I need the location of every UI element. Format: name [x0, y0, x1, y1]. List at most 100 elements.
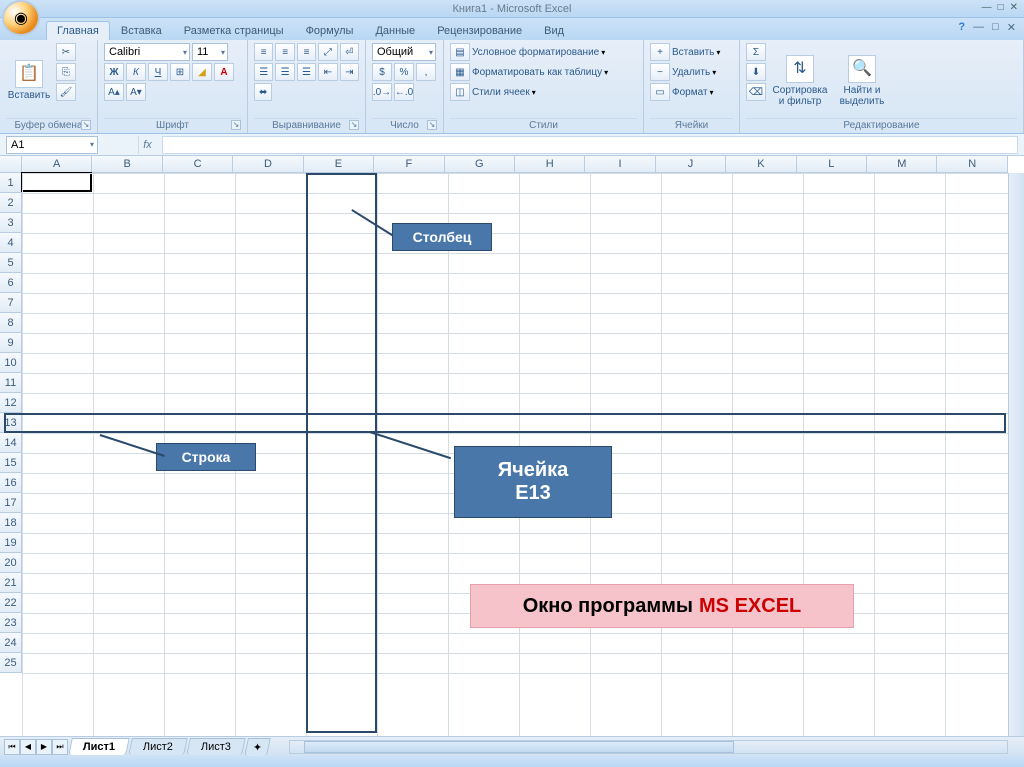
autosum-button[interactable]: Σ — [746, 43, 766, 61]
font-color-button[interactable]: A — [214, 63, 234, 81]
delete-cells-button[interactable]: Удалить — [672, 67, 710, 78]
row-header-4[interactable]: 4 — [0, 233, 22, 253]
col-header-A[interactable]: A — [22, 156, 92, 173]
sheet-tab-1[interactable]: Лист1 — [68, 738, 130, 755]
increase-indent-button[interactable]: ⇥ — [340, 63, 359, 81]
sheet-nav-prev[interactable]: ◀ — [20, 739, 36, 755]
col-header-M[interactable]: M — [867, 156, 937, 173]
tab-data[interactable]: Данные — [364, 21, 426, 40]
clear-button[interactable]: ⌫ — [746, 83, 766, 101]
row-header-15[interactable]: 15 — [0, 453, 22, 473]
sheet-tab-3[interactable]: Лист3 — [186, 738, 246, 755]
italic-button[interactable]: К — [126, 63, 146, 81]
col-header-L[interactable]: L — [797, 156, 867, 173]
row-header-17[interactable]: 17 — [0, 493, 22, 513]
row-header-16[interactable]: 16 — [0, 473, 22, 493]
number-launcher[interactable]: ↘ — [427, 120, 437, 130]
row-header-25[interactable]: 25 — [0, 653, 22, 673]
align-top-button[interactable]: ≡ — [254, 43, 273, 61]
tab-formulas[interactable]: Формулы — [295, 21, 365, 40]
name-box[interactable]: A1 — [6, 136, 98, 154]
row-header-10[interactable]: 10 — [0, 353, 22, 373]
window-close-icon[interactable]: ✕ — [1007, 21, 1016, 34]
format-cells-button[interactable]: Формат — [672, 87, 708, 98]
col-header-J[interactable]: J — [656, 156, 726, 173]
vertical-scrollbar[interactable] — [1008, 173, 1024, 736]
row-header-7[interactable]: 7 — [0, 293, 22, 313]
sheet-tab-new[interactable]: ✦ — [244, 738, 271, 756]
spreadsheet-grid[interactable]: ABCDEFGHIJKLMN 1234567891011121314151617… — [0, 156, 1024, 736]
comma-button[interactable]: , — [416, 63, 436, 81]
row-header-1[interactable]: 1 — [0, 173, 22, 193]
font-name-combo[interactable]: Calibri — [104, 43, 190, 61]
col-header-H[interactable]: H — [515, 156, 585, 173]
select-all-corner[interactable] — [0, 156, 22, 173]
format-painter-button[interactable]: 🖌 — [56, 83, 76, 101]
sheet-nav-next[interactable]: ▶ — [36, 739, 52, 755]
restore-icon[interactable]: □ — [998, 2, 1004, 13]
clipboard-launcher[interactable]: ↘ — [81, 120, 91, 130]
tab-page-layout[interactable]: Разметка страницы — [173, 21, 295, 40]
paste-button[interactable]: 📋 Вставить — [6, 43, 52, 118]
cell-styles-button[interactable]: Стили ячеек — [472, 87, 530, 98]
sheet-nav-last[interactable]: ⏭ — [52, 739, 68, 755]
col-header-F[interactable]: F — [374, 156, 444, 173]
col-header-E[interactable]: E — [304, 156, 374, 173]
row-header-8[interactable]: 8 — [0, 313, 22, 333]
tab-insert[interactable]: Вставка — [110, 21, 173, 40]
decrease-decimal-button[interactable]: ←.0 — [394, 83, 414, 101]
insert-cells-button[interactable]: Вставить — [672, 47, 714, 58]
align-bottom-button[interactable]: ≡ — [297, 43, 316, 61]
sort-filter-button[interactable]: ⇅ Сортировка и фильтр — [770, 43, 830, 118]
sheet-nav-first[interactable]: ⏮ — [4, 739, 20, 755]
merge-button[interactable]: ⬌ — [254, 83, 272, 101]
formula-input[interactable] — [162, 136, 1018, 154]
wrap-text-button[interactable]: ⏎ — [340, 43, 359, 61]
col-header-B[interactable]: B — [92, 156, 162, 173]
bold-button[interactable]: Ж — [104, 63, 124, 81]
sheet-tab-2[interactable]: Лист2 — [128, 738, 188, 755]
row-header-14[interactable]: 14 — [0, 433, 22, 453]
cut-button[interactable]: ✂ — [56, 43, 76, 61]
ribbon-minimize-icon[interactable]: — — [973, 21, 984, 34]
format-table-button[interactable]: Форматировать как таблицу — [472, 67, 602, 78]
row-header-3[interactable]: 3 — [0, 213, 22, 233]
row-header-13[interactable]: 13 — [0, 413, 22, 433]
copy-button[interactable]: ⎘ — [56, 63, 76, 81]
row-header-18[interactable]: 18 — [0, 513, 22, 533]
increase-decimal-button[interactable]: .0→ — [372, 83, 392, 101]
row-header-22[interactable]: 22 — [0, 593, 22, 613]
percent-button[interactable]: % — [394, 63, 414, 81]
decrease-indent-button[interactable]: ⇤ — [318, 63, 337, 81]
row-header-23[interactable]: 23 — [0, 613, 22, 633]
row-header-24[interactable]: 24 — [0, 633, 22, 653]
fx-button[interactable]: fx — [138, 136, 156, 154]
tab-review[interactable]: Рецензирование — [426, 21, 533, 40]
row-header-9[interactable]: 9 — [0, 333, 22, 353]
horizontal-scrollbar[interactable] — [289, 740, 1008, 754]
minimize-icon[interactable]: — — [982, 2, 992, 13]
row-header-12[interactable]: 12 — [0, 393, 22, 413]
orientation-button[interactable]: ⤢ — [318, 43, 337, 61]
row-header-6[interactable]: 6 — [0, 273, 22, 293]
find-select-button[interactable]: 🔍 Найти и выделить — [834, 43, 890, 118]
col-header-N[interactable]: N — [937, 156, 1007, 173]
fill-button[interactable]: ⬇ — [746, 63, 766, 81]
decrease-font-button[interactable]: A▾ — [126, 83, 146, 101]
number-format-combo[interactable]: Общий — [372, 43, 436, 61]
row-header-2[interactable]: 2 — [0, 193, 22, 213]
border-button[interactable]: ⊞ — [170, 63, 190, 81]
col-header-C[interactable]: C — [163, 156, 233, 173]
increase-font-button[interactable]: A▴ — [104, 83, 124, 101]
col-header-K[interactable]: K — [726, 156, 796, 173]
underline-button[interactable]: Ч — [148, 63, 168, 81]
close-icon[interactable]: ✕ — [1010, 2, 1018, 13]
active-cell[interactable] — [21, 172, 92, 192]
row-header-5[interactable]: 5 — [0, 253, 22, 273]
office-button[interactable]: ◉ — [2, 0, 40, 36]
col-header-D[interactable]: D — [233, 156, 303, 173]
font-size-combo[interactable]: 11 — [192, 43, 228, 61]
fill-color-button[interactable]: ◢ — [192, 63, 212, 81]
row-header-11[interactable]: 11 — [0, 373, 22, 393]
align-center-button[interactable]: ☰ — [275, 63, 294, 81]
